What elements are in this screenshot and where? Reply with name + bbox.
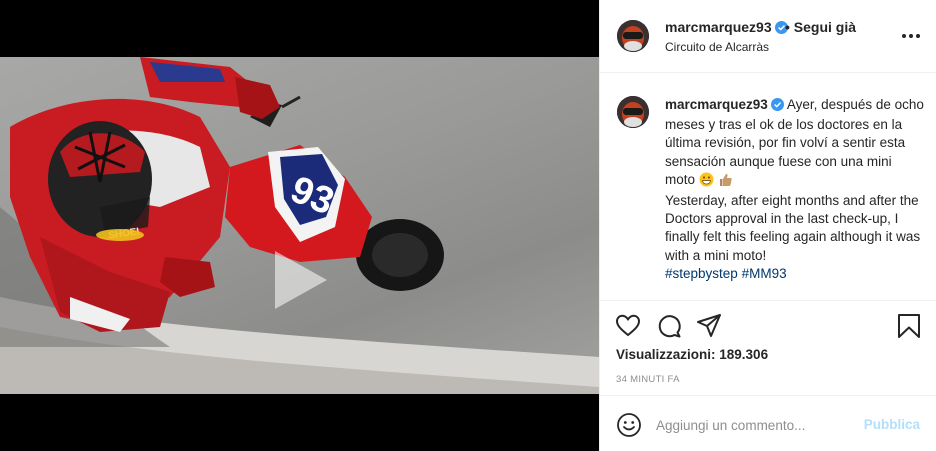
username-link[interactable]: marcmarquez93 bbox=[665, 19, 788, 37]
post-sidebar: marcmarquez93 • Segui già Circuito de Al… bbox=[599, 0, 936, 451]
hashtag-link[interactable]: #stepbystep bbox=[665, 266, 738, 281]
follow-status-button[interactable]: • Segui già bbox=[785, 19, 856, 35]
location-link[interactable]: Circuito de Alcarràs bbox=[665, 40, 769, 54]
publish-button[interactable]: Pubblica bbox=[864, 417, 920, 432]
hashtag-link[interactable]: #MM93 bbox=[742, 266, 787, 281]
avatar[interactable] bbox=[617, 20, 649, 52]
view-count[interactable]: Visualizzazioni: 189.306 bbox=[616, 347, 768, 362]
comment-form: Pubblica bbox=[600, 395, 936, 451]
video-player[interactable]: 93 SHOEI bbox=[0, 0, 599, 451]
paper-plane-icon[interactable] bbox=[696, 313, 722, 339]
comment-bubble-icon[interactable] bbox=[656, 313, 682, 339]
caption-area: marcmarquez93 Ayer, después de ocho mese… bbox=[600, 74, 936, 301]
video-still: 93 SHOEI bbox=[0, 57, 599, 394]
post-actions bbox=[600, 311, 936, 343]
post-caption: marcmarquez93 Ayer, después de ocho mese… bbox=[665, 96, 925, 283]
thumbs-up-emoji-icon bbox=[718, 172, 733, 192]
video-frame[interactable]: 93 SHOEI bbox=[0, 57, 599, 394]
more-horizontal-icon[interactable] bbox=[900, 26, 922, 46]
grinning-face-emoji-icon bbox=[699, 172, 714, 192]
post-header: marcmarquez93 • Segui già Circuito de Al… bbox=[600, 0, 936, 73]
post-timestamp[interactable]: 34 MINUTI FA bbox=[616, 374, 680, 385]
avatar[interactable] bbox=[617, 96, 649, 128]
caption-username[interactable]: marcmarquez93 bbox=[665, 97, 768, 112]
heart-icon[interactable] bbox=[615, 313, 641, 339]
smiley-icon[interactable] bbox=[616, 412, 642, 438]
verified-badge-icon bbox=[770, 98, 784, 116]
bookmark-icon[interactable] bbox=[896, 313, 922, 339]
comment-input[interactable] bbox=[656, 414, 856, 436]
caption-text-en: Yesterday, after eight months and after … bbox=[665, 193, 921, 263]
play-icon[interactable] bbox=[269, 247, 331, 313]
